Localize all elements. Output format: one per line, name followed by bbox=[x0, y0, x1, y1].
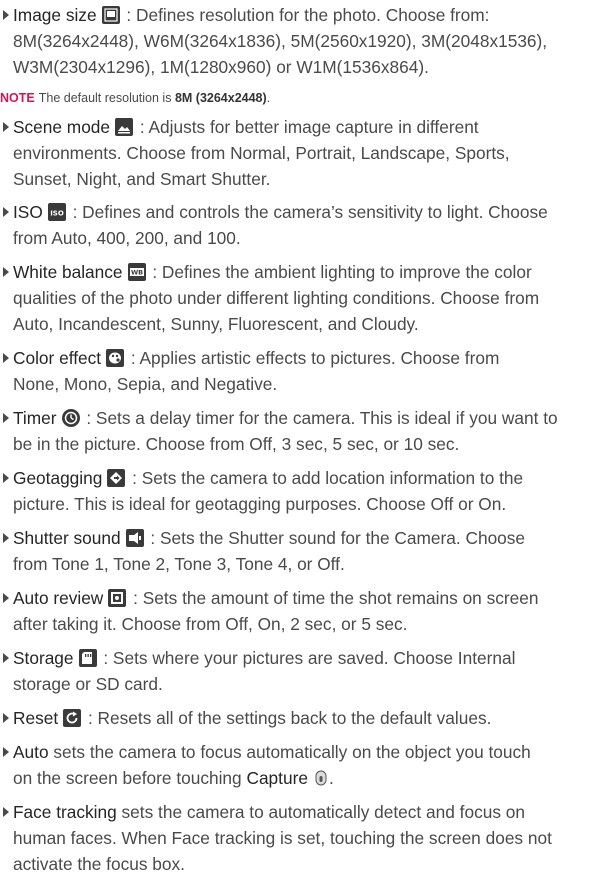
bullet-arrow-icon bbox=[3, 267, 9, 277]
term-reset: Reset bbox=[13, 708, 59, 728]
bullet-arrow-icon bbox=[3, 473, 9, 483]
svg-text:WB: WB bbox=[130, 269, 142, 277]
desc-line: on the screen before touching bbox=[13, 768, 247, 788]
term-iso: ISO bbox=[13, 202, 43, 222]
term-color-effect: Color effect bbox=[13, 348, 102, 368]
desc-line: sets the camera to focus automatically o… bbox=[48, 742, 531, 762]
desc-line: : Sets where your pictures are saved. Ch… bbox=[98, 648, 516, 668]
term-auto-review: Auto review bbox=[13, 588, 104, 608]
term-timer: Timer bbox=[13, 408, 57, 428]
bullet-arrow-icon bbox=[3, 413, 9, 423]
timer-icon bbox=[61, 409, 80, 427]
term-white-balance: White balance bbox=[13, 262, 123, 282]
white-balance-icon: WB bbox=[127, 263, 146, 281]
desc-line: Sunset, Night, and Smart Shutter. bbox=[13, 169, 271, 189]
desc-line: Auto, Incandescent, Sunny, Fluorescent, … bbox=[13, 314, 419, 334]
bullet-arrow-icon bbox=[3, 593, 9, 603]
desc-line: : Adjusts for better image capture in di… bbox=[135, 117, 479, 137]
desc-line: : Sets the camera to add location inform… bbox=[127, 468, 524, 488]
color-effect-icon bbox=[106, 349, 125, 367]
note-text: The default resolution is bbox=[38, 91, 175, 105]
desc-line: be in the picture. Choose from Off, 3 se… bbox=[13, 434, 460, 454]
term-face-tracking: Face tracking bbox=[13, 802, 117, 822]
desc-end: . bbox=[328, 768, 334, 788]
desc-line: environments. Choose from Normal, Portra… bbox=[13, 143, 510, 163]
capture-icon bbox=[314, 769, 328, 787]
note-value: 8M (3264x2448) bbox=[174, 91, 267, 105]
bullet-arrow-icon bbox=[3, 122, 9, 132]
desc-line: 8M(3264x2448), W6M(3264x1836), 5M(2560x1… bbox=[13, 31, 548, 51]
term-scene-mode: Scene mode bbox=[13, 117, 111, 137]
bullet-arrow-icon bbox=[3, 353, 9, 363]
storage-icon bbox=[78, 649, 97, 667]
bullet-arrow-icon bbox=[3, 653, 9, 663]
desc-line: None, Mono, Sepia, and Negative. bbox=[13, 374, 278, 394]
desc-line: human faces. When Face tracking is set, … bbox=[13, 828, 552, 848]
shutter-sound-icon bbox=[125, 529, 144, 547]
auto-review-icon bbox=[108, 589, 127, 607]
note-end: . bbox=[266, 91, 271, 105]
note-label: NOTE bbox=[0, 91, 35, 105]
iso-icon: ISO bbox=[47, 203, 66, 221]
note: NOTE The default resolution is 8M (3264x2… bbox=[0, 90, 270, 106]
desc-line: : Defines and controls the camera’s sens… bbox=[67, 202, 548, 222]
svg-text:ISO: ISO bbox=[50, 210, 64, 218]
desc-line: : Applies artistic effects to pictures. … bbox=[126, 348, 500, 368]
reset-icon bbox=[63, 709, 82, 727]
term-storage: Storage bbox=[13, 648, 74, 668]
bullet-arrow-icon bbox=[3, 713, 9, 723]
desc-line: : Resets all of the settings back to the… bbox=[83, 708, 492, 728]
bullet-arrow-icon bbox=[3, 747, 9, 757]
desc-line: activate the focus box. bbox=[13, 854, 185, 874]
scene-mode-icon bbox=[115, 118, 134, 136]
manual-page: Image size : Defines resolution for the … bbox=[0, 0, 611, 887]
desc-line: after taking it. Choose from Off, On, 2 … bbox=[13, 614, 408, 634]
term-capture: Capture bbox=[246, 768, 308, 788]
term-geotagging: Geotagging bbox=[13, 468, 103, 488]
desc-line: from Auto, 400, 200, and 100. bbox=[13, 228, 241, 248]
geotagging-icon bbox=[107, 469, 126, 487]
desc-line: : Defines resolution for the photo. Choo… bbox=[121, 5, 490, 25]
desc-line: sets the camera to automatically detect … bbox=[116, 802, 525, 822]
term-shutter-sound: Shutter sound bbox=[13, 528, 121, 548]
image-size-icon bbox=[101, 6, 120, 24]
bullet-arrow-icon bbox=[3, 10, 9, 20]
bullet-arrow-icon bbox=[3, 207, 9, 217]
term-image-size: Image size bbox=[13, 5, 97, 25]
desc-line: qualities of the photo under different l… bbox=[13, 288, 540, 308]
desc-line: W3M(2304x1296), 1M(1280x960) or W1M(1536… bbox=[13, 57, 429, 77]
bullet-arrow-icon bbox=[3, 807, 9, 817]
desc-line: from Tone 1, Tone 2, Tone 3, Tone 4, or … bbox=[13, 554, 345, 574]
desc-line: : Sets the Shutter sound for the Camera.… bbox=[145, 528, 526, 548]
term-auto: Auto bbox=[13, 742, 49, 762]
desc-line: : Defines the ambient lighting to improv… bbox=[147, 262, 532, 282]
desc-line: storage or SD card. bbox=[13, 674, 163, 694]
desc-line: picture. This is ideal for geotagging pu… bbox=[13, 494, 507, 514]
desc-line: : Sets a delay timer for the camera. Thi… bbox=[81, 408, 558, 428]
desc-line: : Sets the amount of time the shot remai… bbox=[128, 588, 539, 608]
bullet-arrow-icon bbox=[3, 533, 9, 543]
